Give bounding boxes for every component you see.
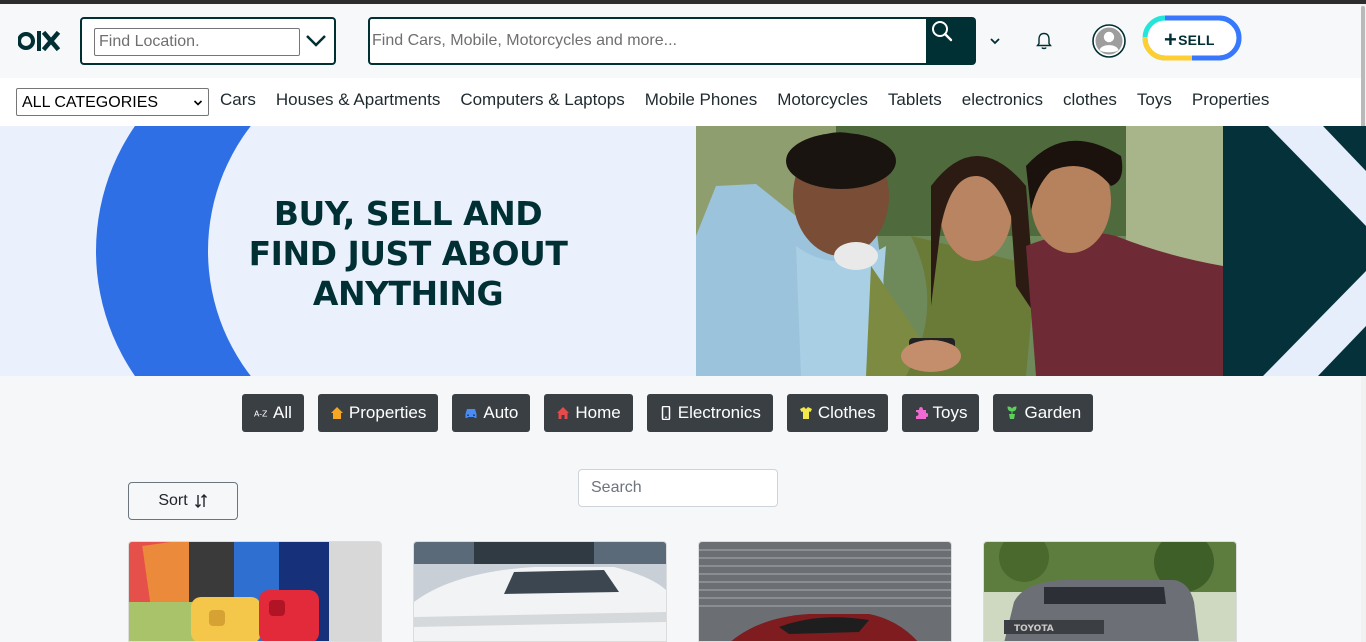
category-links: Cars Houses & Apartments Computers & Lap…: [220, 90, 1289, 110]
mobile-icon: [661, 406, 670, 420]
category-link-clothes[interactable]: clothes: [1063, 90, 1117, 110]
svg-text:TOYOTA: TOYOTA: [1014, 624, 1054, 634]
listing-card-red-car[interactable]: [698, 541, 952, 642]
chip-electronics[interactable]: Electronics: [646, 394, 773, 432]
chip-auto[interactable]: Auto: [452, 394, 531, 432]
category-link-computers[interactable]: Computers & Laptops: [460, 90, 624, 110]
category-link-houses[interactable]: Houses & Apartments: [276, 90, 440, 110]
bell-icon[interactable]: [1034, 31, 1054, 51]
sell-label[interactable]: +SELL: [1164, 25, 1215, 52]
category-select-value: ALL CATEGORIES: [22, 94, 159, 111]
location-selector[interactable]: [80, 17, 336, 65]
hero-banner[interactable]: BUY, SELL AND FIND JUST ABOUT ANYTHING: [0, 126, 1366, 376]
sort-button[interactable]: Sort: [128, 482, 238, 520]
chip-garden[interactable]: Garden: [993, 394, 1094, 432]
filter-chips: A-Z All Properties Auto Home Electronics…: [242, 394, 1107, 432]
search-button[interactable]: [926, 17, 976, 65]
listing-image: [414, 542, 666, 641]
az-sort-icon: A-Z: [254, 410, 268, 419]
olx-logo[interactable]: [18, 28, 64, 54]
sell-text: SELL: [1178, 32, 1215, 48]
chip-properties[interactable]: Properties: [317, 394, 439, 432]
main-search-input[interactable]: [372, 27, 920, 55]
banner-line-1: BUY, SELL AND: [273, 194, 543, 233]
chip-home-label: Home: [575, 403, 621, 422]
banner-arrow-graphic: [1223, 126, 1366, 376]
listing-card-white-car[interactable]: [413, 541, 667, 642]
language-dropdown-icon[interactable]: [989, 36, 1001, 46]
category-link-electronics[interactable]: electronics: [962, 90, 1043, 110]
category-link-mobile-phones[interactable]: Mobile Phones: [645, 90, 757, 110]
plus-icon: +: [1164, 27, 1178, 52]
listing-card-suv[interactable]: TOYOTA: [983, 541, 1237, 642]
category-link-properties[interactable]: Properties: [1192, 90, 1269, 110]
car-icon: [465, 409, 477, 418]
chip-electronics-label: Electronics: [677, 403, 761, 422]
banner-graphic: BUY, SELL AND FIND JUST ABOUT ANYTHING: [0, 126, 696, 376]
chip-all-label: All: [273, 403, 292, 422]
category-link-toys[interactable]: Toys: [1137, 90, 1172, 110]
category-bar: ALL CATEGORIES Cars Houses & Apartments …: [0, 78, 1361, 126]
listing-image: [129, 542, 381, 641]
user-avatar[interactable]: [1092, 24, 1126, 58]
location-input[interactable]: [94, 28, 300, 56]
search-icon: [932, 21, 953, 42]
house-icon: [330, 407, 343, 419]
listing-card-phone-cases[interactable]: [128, 541, 382, 642]
home-icon: [557, 407, 570, 419]
chevron-down-icon[interactable]: [304, 31, 328, 51]
main-search-box[interactable]: [368, 17, 928, 65]
banner-people-photo: [696, 126, 1223, 376]
chip-all[interactable]: A-Z All: [242, 394, 304, 432]
listing-search-input[interactable]: [578, 469, 778, 507]
category-link-tablets[interactable]: Tablets: [888, 90, 942, 110]
banner-line-3: ANYTHING: [312, 274, 504, 313]
category-link-cars[interactable]: Cars: [220, 90, 256, 110]
banner-headline: BUY, SELL AND FIND JUST ABOUT ANYTHING: [230, 194, 586, 314]
sort-arrows-icon: [194, 494, 207, 508]
chip-properties-label: Properties: [348, 403, 427, 422]
chip-clothes-label: Clothes: [817, 403, 876, 422]
header: +SELL: [0, 4, 1361, 78]
plant-icon: [1007, 406, 1017, 419]
listing-image: [699, 542, 951, 641]
puzzle-icon: [915, 407, 928, 419]
chip-clothes[interactable]: Clothes: [786, 394, 888, 432]
svg-text:A-Z: A-Z: [254, 410, 268, 419]
chip-toys[interactable]: Toys: [901, 394, 980, 432]
chip-toys-label: Toys: [932, 403, 968, 422]
chip-garden-label: Garden: [1024, 403, 1082, 422]
shirt-icon: [799, 407, 812, 419]
sort-label: Sort: [158, 492, 188, 509]
chevron-down-icon: [193, 100, 203, 106]
chip-auto-label: Auto: [483, 403, 519, 422]
banner-line-2: FIND JUST ABOUT: [248, 234, 568, 273]
chip-home[interactable]: Home: [544, 394, 633, 432]
category-select[interactable]: ALL CATEGORIES: [16, 88, 209, 116]
category-link-motorcycles[interactable]: Motorcycles: [777, 90, 868, 110]
listing-image: TOYOTA: [984, 542, 1236, 641]
